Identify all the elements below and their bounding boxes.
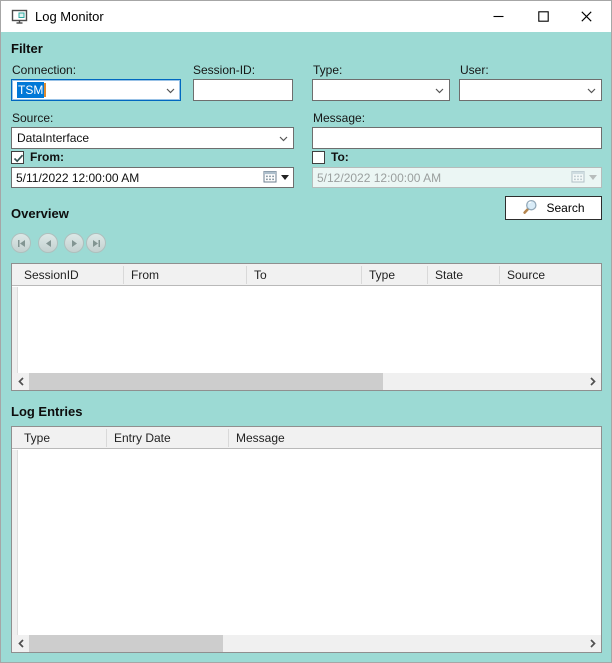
source-label: Source: <box>12 111 53 125</box>
overview-table-body <box>19 287 601 373</box>
row-header-strip <box>12 287 18 373</box>
previous-page-icon <box>44 239 53 248</box>
log-entries-table-body <box>19 450 601 635</box>
from-checkbox[interactable] <box>11 151 24 164</box>
log-monitor-window: Log Monitor Filter Connection: TSM Sessi… <box>0 0 612 663</box>
overview-heading: Overview <box>11 206 69 221</box>
type-combobox[interactable] <box>312 79 450 101</box>
calendar-icon <box>263 170 277 186</box>
user-label: User: <box>460 63 489 77</box>
from-date-value: 5/11/2022 12:00:00 AM <box>16 171 139 185</box>
last-page-icon <box>92 239 101 248</box>
column-header-to[interactable]: To <box>254 264 267 286</box>
check-icon <box>13 153 24 164</box>
log-entries-horizontal-scrollbar[interactable] <box>12 635 601 652</box>
connection-value: TSM <box>17 82 44 98</box>
column-header-sessionid[interactable]: SessionID <box>24 264 79 286</box>
to-datepicker: 5/12/2022 12:00:00 AM <box>312 167 602 188</box>
user-combobox[interactable] <box>459 79 602 101</box>
type-label: Type: <box>313 63 342 77</box>
nav-last-button[interactable] <box>86 233 106 253</box>
search-button[interactable]: Search <box>505 196 602 220</box>
maximize-icon <box>538 11 549 22</box>
first-page-icon <box>17 239 26 248</box>
dropdown-arrow-icon[interactable] <box>281 175 289 180</box>
column-header-from[interactable]: From <box>131 264 159 286</box>
to-date-value: 5/12/2022 12:00:00 AM <box>317 171 441 185</box>
chevron-down-icon[interactable] <box>587 83 596 97</box>
close-button[interactable] <box>569 1 603 32</box>
close-icon <box>581 11 592 22</box>
log-entries-table-header: Type Entry Date Message <box>12 427 601 449</box>
column-header-source[interactable]: Source <box>507 264 545 286</box>
source-combobox[interactable]: DataInterface <box>11 127 294 149</box>
source-value: DataInterface <box>17 131 89 145</box>
column-header-entry-date[interactable]: Entry Date <box>114 427 171 449</box>
nav-previous-button[interactable] <box>38 233 58 253</box>
search-button-label: Search <box>546 201 584 215</box>
overview-horizontal-scrollbar[interactable] <box>12 373 601 390</box>
dropdown-arrow-icon <box>589 175 597 180</box>
filter-heading: Filter <box>11 41 43 56</box>
session-id-label: Session-ID: <box>193 63 255 77</box>
connection-label: Connection: <box>12 63 76 77</box>
overview-table: SessionID From To Type State Source <box>11 263 602 391</box>
next-page-icon <box>70 239 79 248</box>
scroll-left-arrow[interactable] <box>12 373 29 390</box>
to-checkbox[interactable] <box>312 151 325 164</box>
app-monitor-icon <box>11 8 28 25</box>
nav-first-button[interactable] <box>11 233 31 253</box>
chevron-down-icon[interactable] <box>279 131 288 145</box>
window-title: Log Monitor <box>35 9 104 24</box>
minimize-icon <box>493 11 504 22</box>
session-id-input[interactable] <box>193 79 293 101</box>
chevron-down-icon[interactable] <box>166 83 175 97</box>
from-label: From: <box>30 150 64 164</box>
column-header-type[interactable]: Type <box>369 264 395 286</box>
scroll-left-arrow[interactable] <box>12 635 29 652</box>
message-label: Message: <box>313 111 365 125</box>
overview-table-header: SessionID From To Type State Source <box>12 264 601 286</box>
maximize-button[interactable] <box>526 1 560 32</box>
search-icon <box>522 199 538 218</box>
column-header-type[interactable]: Type <box>24 427 50 449</box>
scroll-thumb[interactable] <box>29 373 383 390</box>
column-header-message[interactable]: Message <box>236 427 285 449</box>
from-datepicker[interactable]: 5/11/2022 12:00:00 AM <box>11 167 294 188</box>
chevron-down-icon[interactable] <box>435 83 444 97</box>
log-entries-heading: Log Entries <box>11 404 83 419</box>
to-label: To: <box>331 150 349 164</box>
message-input[interactable] <box>312 127 602 149</box>
text-caret <box>44 83 46 97</box>
scroll-right-arrow[interactable] <box>584 373 601 390</box>
minimize-button[interactable] <box>481 1 515 32</box>
from-checkbox-row: From: <box>11 150 64 164</box>
log-entries-table: Type Entry Date Message <box>11 426 602 653</box>
scroll-thumb[interactable] <box>29 635 223 652</box>
calendar-icon <box>571 170 585 186</box>
column-header-state[interactable]: State <box>435 264 463 286</box>
connection-combobox[interactable]: TSM <box>11 79 181 101</box>
nav-next-button[interactable] <box>64 233 84 253</box>
to-checkbox-row: To: <box>312 150 349 164</box>
row-header-strip <box>12 450 18 635</box>
titlebar: Log Monitor <box>1 1 611 32</box>
scroll-right-arrow[interactable] <box>584 635 601 652</box>
